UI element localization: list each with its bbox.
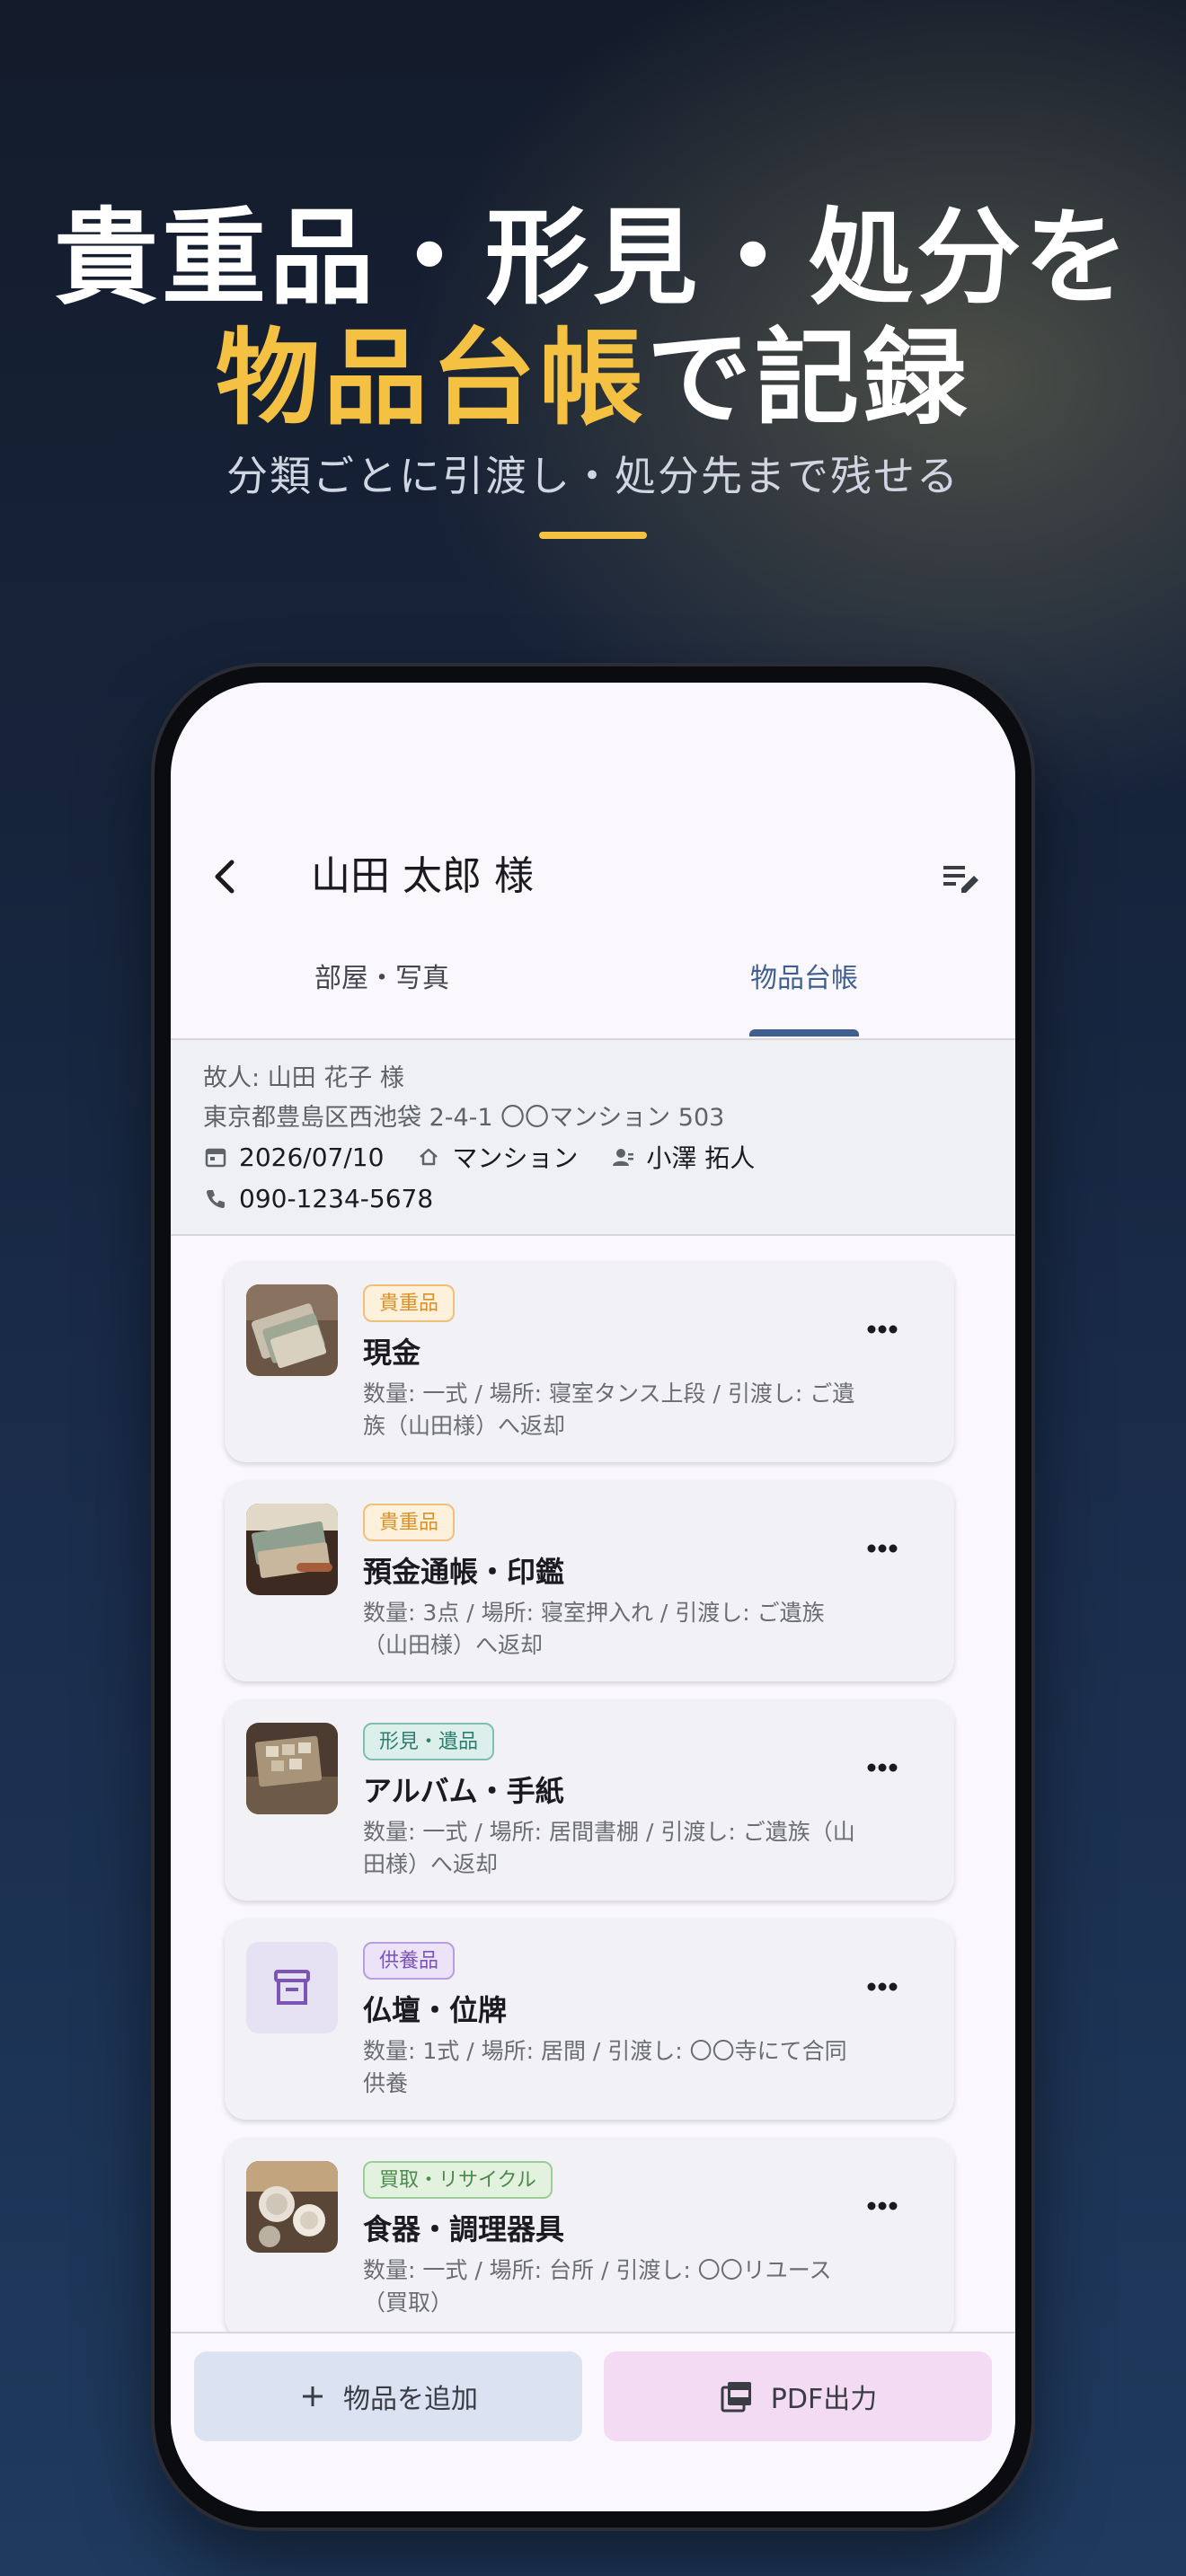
list-item[interactable]: 買取・リサイクル 食器・調理器具 数量: 一式 / 場所: 台所 / 引渡し: … — [225, 2138, 954, 2332]
tab-indicator — [749, 1029, 859, 1037]
bottom-action-bar: 物品を追加 PDF出力 — [171, 2332, 1015, 2511]
more-horiz-icon — [867, 1325, 898, 1334]
more-horiz-icon — [867, 1763, 898, 1772]
pdf-export-button[interactable]: PDF出力 — [604, 2351, 992, 2441]
app-bar: 山田 太郎 様 — [171, 826, 1015, 925]
calendar-icon — [205, 1148, 226, 1168]
phone-screen: 山田 太郎 様 部屋・写真 物品台帳 故人: 山田 花子 様 東京都豊島区西池袋… — [171, 683, 1015, 2511]
item-detail: 数量: 一式 / 場所: 居間書棚 / 引渡し: ご遺族（山田様）へ返却 — [363, 1819, 855, 1877]
pdf-icon — [721, 2382, 751, 2413]
hero-line2-rest: で記録 — [647, 318, 970, 439]
item-detail: 数量: 一式 / 場所: 台所 / 引渡し: 〇〇リユース（買取） — [363, 2257, 832, 2316]
category-tag: 貴重品 — [363, 1504, 456, 1541]
bankbook-photo — [246, 1504, 338, 1595]
hero-accent-text: 物品台帳 — [216, 318, 647, 439]
archive-icon — [274, 1970, 310, 2005]
category-tag: 貴重品 — [363, 1284, 456, 1322]
more-horiz-icon — [867, 2201, 898, 2210]
tab-item-ledger[interactable]: 物品台帳 — [593, 936, 1015, 1038]
hero-headline-line1: 貴重品・形見・処分を — [54, 198, 1132, 319]
deceased-name: 故人: 山田 花子 様 — [203, 1064, 404, 1092]
phone-number: 090-1234-5678 — [239, 1184, 434, 1213]
tab-rooms-photos[interactable]: 部屋・写真 — [171, 936, 593, 1038]
more-button[interactable] — [854, 1750, 911, 1786]
more-horiz-icon — [867, 1544, 898, 1553]
hero-underline — [539, 532, 647, 539]
more-horiz-icon — [867, 1982, 898, 1991]
list-item[interactable]: 貴重品 預金通帳・印鑑 数量: 3点 / 場所: 寝室押入れ / 引渡し: ご遺… — [225, 1480, 954, 1681]
item-name: アルバム・手紙 — [363, 1774, 564, 1808]
building-type: マンション — [452, 1143, 579, 1173]
item-detail: 数量: 一式 / 場所: 寝室タンス上段 / 引渡し: ご遺族（山田様）へ返却 — [363, 1381, 855, 1439]
phone-frame: 山田 太郎 様 部屋・写真 物品台帳 故人: 山田 花子 様 東京都豊島区西池袋… — [155, 666, 1031, 2527]
item-name: 仏壇・位牌 — [363, 1993, 508, 2027]
more-button[interactable] — [854, 1311, 911, 1347]
phone-row[interactable]: 090-1234-5678 — [203, 1184, 433, 1213]
item-name: 食器・調理器具 — [363, 2212, 565, 2246]
item-detail: 数量: 1式 / 場所: 居間 / 引渡し: 〇〇寺にて合同供養 — [363, 2038, 847, 2096]
item-list: 貴重品 現金 数量: 一式 / 場所: 寝室タンス上段 / 引渡し: ご遺族（山… — [171, 1236, 1015, 2332]
archive-icon-tile — [246, 1942, 338, 2033]
category-tag: 供養品 — [363, 1942, 456, 1980]
add-item-button[interactable]: 物品を追加 — [194, 2351, 582, 2441]
page-title: 山田 太郎 様 — [311, 853, 534, 899]
back-button[interactable] — [201, 851, 252, 902]
list-item[interactable]: 形見・遺品 アルバム・手紙 数量: 一式 / 場所: 居間書棚 / 引渡し: ご… — [225, 1699, 954, 1901]
hero-subtitle: 分類ごとに引渡し・処分先まで残せる — [226, 452, 960, 500]
item-detail: 数量: 3点 / 場所: 寝室押入れ / 引渡し: ご遺族（山田様）へ返却 — [363, 1600, 825, 1658]
phone-icon — [207, 1189, 225, 1208]
add-item-label: 物品を追加 — [343, 2384, 478, 2415]
staff-name: 小澤 拓人 — [646, 1143, 756, 1173]
case-info-panel: 故人: 山田 花子 様 東京都豊島区西池袋 2-4-1 〇〇マンション 503 … — [171, 1040, 1015, 1236]
album-photo — [246, 1723, 338, 1814]
plus-icon — [303, 2386, 323, 2406]
cash-photo — [246, 1284, 338, 1376]
hero-headline-line2: 物品台帳で記録 — [0, 316, 1186, 442]
more-button[interactable] — [854, 1531, 911, 1566]
category-tag: 買取・リサイクル — [363, 2161, 553, 2199]
home-icon — [420, 1148, 438, 1166]
list-item[interactable]: 供養品 仏壇・位牌 数量: 1式 / 場所: 居間 / 引渡し: 〇〇寺にて合同… — [225, 1919, 954, 2120]
pdf-export-label: PDF出力 — [770, 2384, 878, 2415]
list-item[interactable]: 貴重品 現金 数量: 一式 / 場所: 寝室タンス上段 / 引渡し: ご遺族（山… — [225, 1261, 954, 1462]
dishes-photo — [246, 2161, 338, 2253]
info-meta-row: 2026/07/10 マンション 小澤 拓人 — [203, 1139, 787, 1175]
item-name: 預金通帳・印鑑 — [363, 1555, 565, 1589]
edit-note-icon — [943, 866, 978, 893]
tab-bar: 部屋・写真 物品台帳 — [171, 936, 1015, 1040]
edit-button[interactable] — [940, 857, 983, 900]
item-name: 現金 — [363, 1336, 421, 1370]
arrow-back-icon — [215, 860, 235, 894]
category-tag: 形見・遺品 — [363, 1723, 495, 1760]
more-button[interactable] — [854, 1969, 911, 2005]
address: 東京都豊島区西池袋 2-4-1 〇〇マンション 503 — [203, 1104, 725, 1132]
person-icon — [613, 1149, 634, 1166]
work-date: 2026/07/10 — [239, 1142, 385, 1172]
more-button[interactable] — [854, 2188, 911, 2224]
